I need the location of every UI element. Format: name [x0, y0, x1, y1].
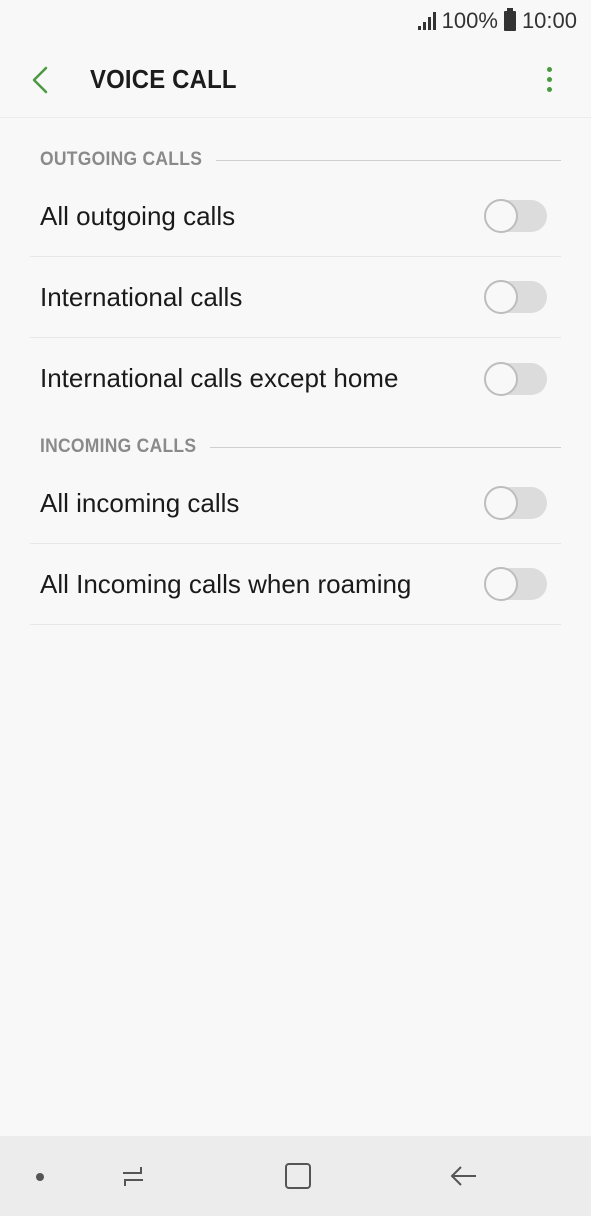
list-item[interactable]: All incoming calls [30, 463, 561, 544]
chevron-left-icon [32, 66, 48, 93]
list-item[interactable]: All outgoing calls [30, 176, 561, 257]
battery-icon [503, 8, 516, 31]
signal-icon [417, 12, 436, 30]
home-icon [285, 1163, 311, 1189]
more-options-button[interactable] [537, 60, 561, 100]
toggle-switch[interactable] [484, 199, 547, 233]
list-item-label: International calls except home [40, 363, 399, 393]
list-item-label: All outgoing calls [40, 200, 236, 231]
section-title: OUTGOING CALLS [40, 149, 203, 170]
recent-apps-button[interactable] [113, 1156, 153, 1196]
list-item[interactable]: International calls except home [30, 338, 561, 419]
toggle-switch[interactable] [484, 280, 547, 314]
toggle-switch[interactable] [484, 567, 547, 601]
more-vertical-icon [546, 67, 552, 72]
home-button[interactable] [278, 1156, 318, 1196]
battery-percent: 100% [441, 8, 498, 33]
navigation-bar [0, 1136, 591, 1216]
back-arrow-icon [450, 1166, 476, 1186]
app-bar: VOICE CALL [0, 42, 591, 118]
back-nav-button[interactable] [443, 1156, 483, 1196]
list-item[interactable]: All Incoming calls when roaming [30, 544, 561, 625]
section-header-incoming: INCOMING CALLS [0, 435, 591, 459]
dot-indicator-icon [36, 1173, 44, 1181]
toggle-switch[interactable] [484, 361, 547, 396]
section-header-outgoing: OUTGOING CALLS [0, 148, 591, 172]
page-title: VOICE CALL [90, 64, 237, 94]
section-divider [216, 159, 561, 161]
toggle-switch[interactable] [484, 486, 547, 520]
recent-apps-icon [123, 1167, 143, 1186]
status-bar: 100% 10:00 [0, 0, 591, 42]
list-item-label: All incoming calls [40, 487, 240, 518]
section-divider [209, 446, 561, 448]
section-title: INCOMING CALLS [40, 436, 197, 457]
list-item[interactable]: International calls [30, 257, 561, 338]
back-button[interactable] [30, 60, 70, 100]
list-item-label: International calls [40, 281, 243, 312]
clock: 10:00 [521, 8, 577, 33]
list-item-label: All Incoming calls when roaming [40, 568, 412, 599]
